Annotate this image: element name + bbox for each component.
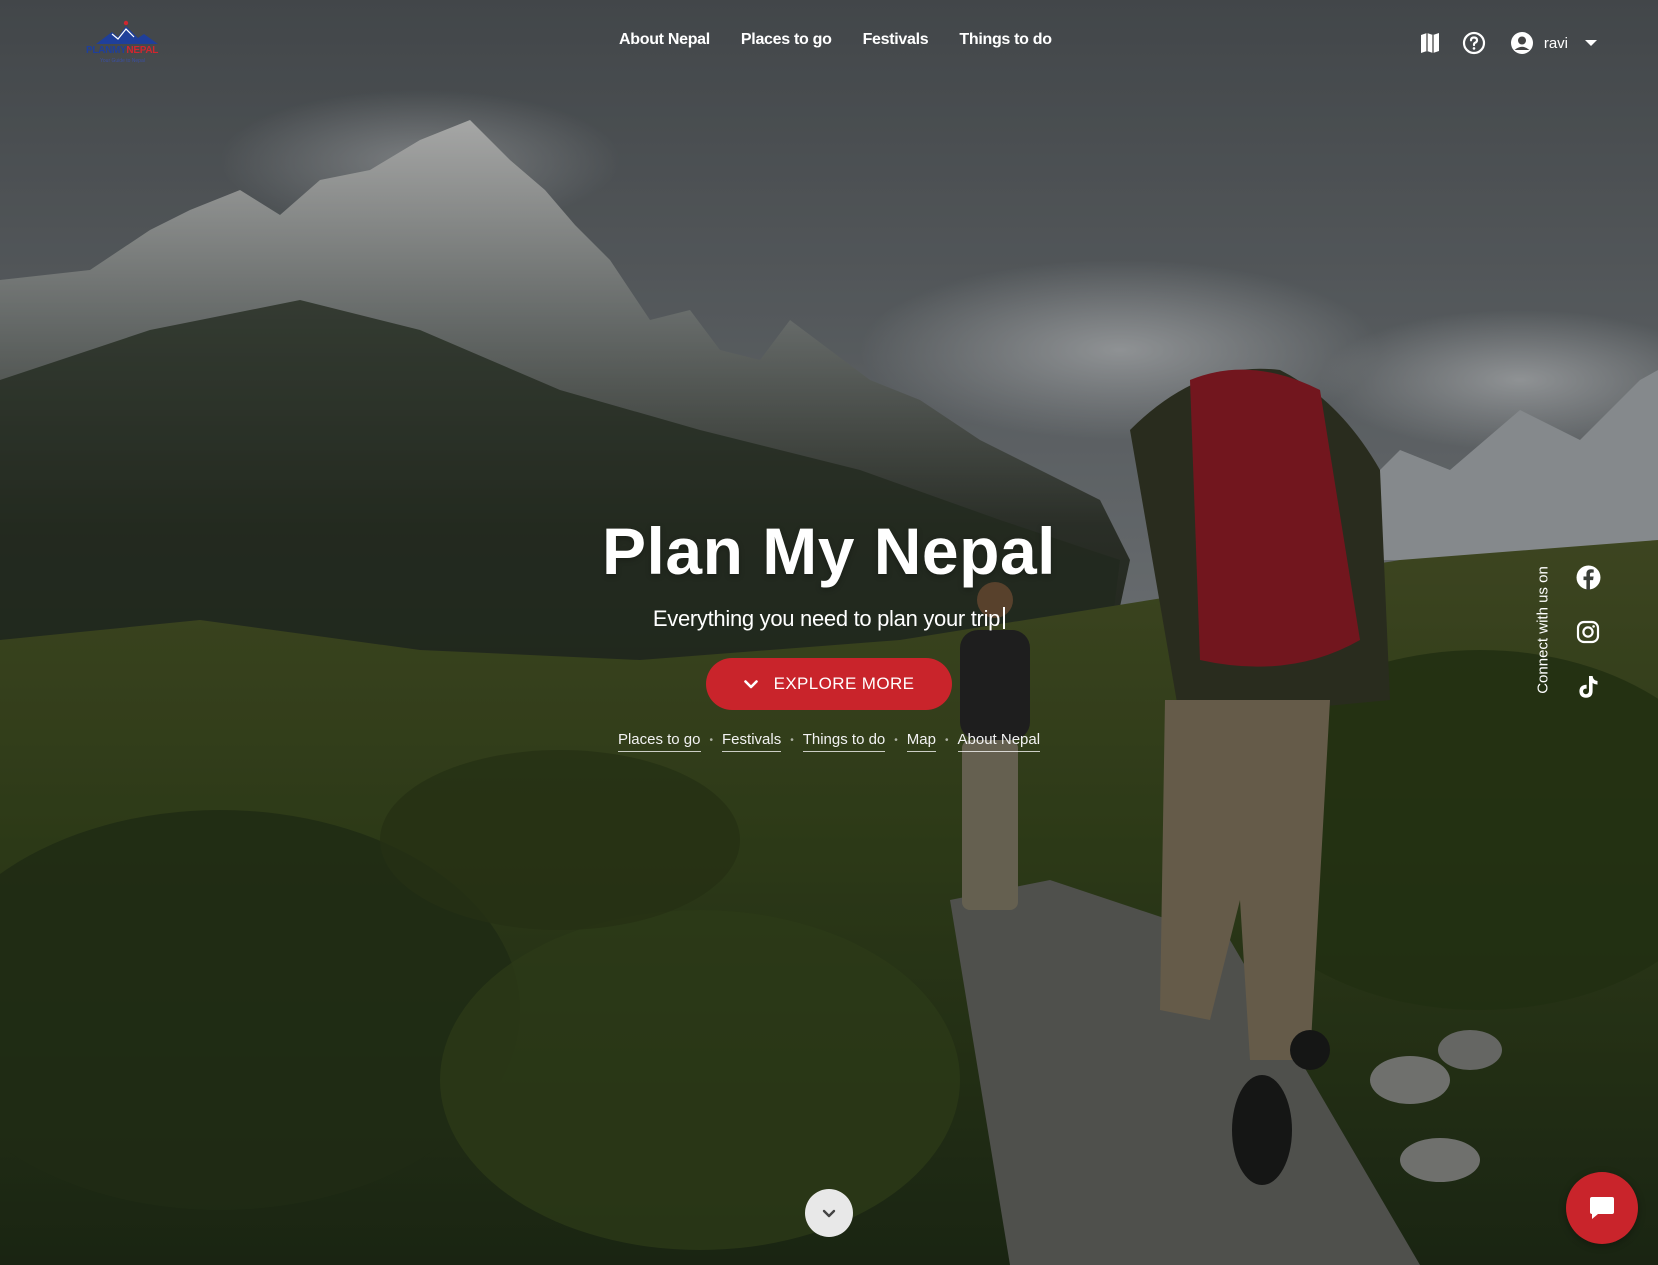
nav-places-to-go[interactable]: Places to go bbox=[741, 31, 832, 49]
nav-things-to-do[interactable]: Things to do bbox=[959, 31, 1052, 49]
instagram-icon[interactable] bbox=[1575, 619, 1601, 645]
facebook-icon[interactable] bbox=[1575, 564, 1601, 590]
separator-dot: • bbox=[709, 735, 714, 746]
main-nav: About Nepal Places to go Festivals Thing… bbox=[619, 31, 1052, 49]
hero-title: Plan My Nepal bbox=[602, 514, 1056, 588]
hero-subtitle-text: Everything you need to plan your trip bbox=[652, 606, 1001, 631]
chevron-down-icon bbox=[822, 1209, 836, 1217]
chat-button[interactable] bbox=[1566, 1172, 1638, 1244]
map-icon[interactable] bbox=[1418, 31, 1442, 55]
user-name: ravi bbox=[1543, 34, 1568, 52]
separator-dot: • bbox=[894, 735, 898, 746]
dark-overlay bbox=[0, 0, 1658, 1265]
explore-more-button[interactable]: EXPLORE MORE bbox=[706, 658, 952, 710]
typing-cursor bbox=[1003, 607, 1006, 629]
nav-about-nepal[interactable]: About Nepal bbox=[619, 31, 710, 49]
separator-dot: • bbox=[944, 735, 949, 746]
logo-wordmark: PLANMYNEPAL bbox=[86, 45, 159, 56]
connect-label-text: Connect with us on bbox=[1534, 566, 1552, 694]
tiktok-icon[interactable] bbox=[1575, 674, 1601, 700]
quick-link-about-nepal[interactable]: About Nepal bbox=[957, 731, 1041, 752]
explore-more-label: EXPLORE MORE bbox=[773, 674, 915, 693]
chat-bubble-icon bbox=[1590, 1197, 1614, 1219]
site-logo[interactable]: PLANMYNEPAL Your Guide to Nepal bbox=[86, 20, 170, 68]
hero-section bbox=[0, 0, 1658, 1265]
scroll-down-button[interactable] bbox=[805, 1189, 853, 1237]
hero-subtitle: Everything you need to plan your trip bbox=[0, 606, 1658, 632]
connect-label: Connect with us on bbox=[1531, 555, 1555, 705]
nav-festivals[interactable]: Festivals bbox=[863, 31, 929, 49]
logo-tagline: Your Guide to Nepal bbox=[100, 58, 145, 64]
caret-down-icon bbox=[1585, 40, 1597, 46]
quick-link-things-to-do[interactable]: Things to do bbox=[802, 731, 886, 752]
help-icon[interactable] bbox=[1462, 31, 1486, 55]
mountain-logo-icon bbox=[96, 20, 158, 44]
quick-link-places-to-go[interactable]: Places to go bbox=[617, 731, 701, 752]
user-circle-icon bbox=[1510, 32, 1533, 54]
header-actions: ravi bbox=[1418, 31, 1598, 55]
chevron-down-icon bbox=[743, 679, 758, 688]
user-menu[interactable]: ravi bbox=[1510, 31, 1598, 55]
quick-link-festivals[interactable]: Festivals bbox=[722, 731, 782, 752]
quick-link-map[interactable]: Map bbox=[906, 731, 936, 752]
separator-dot: • bbox=[790, 735, 794, 746]
quick-links: Places to go • Festivals • Things to do … bbox=[0, 731, 1658, 752]
